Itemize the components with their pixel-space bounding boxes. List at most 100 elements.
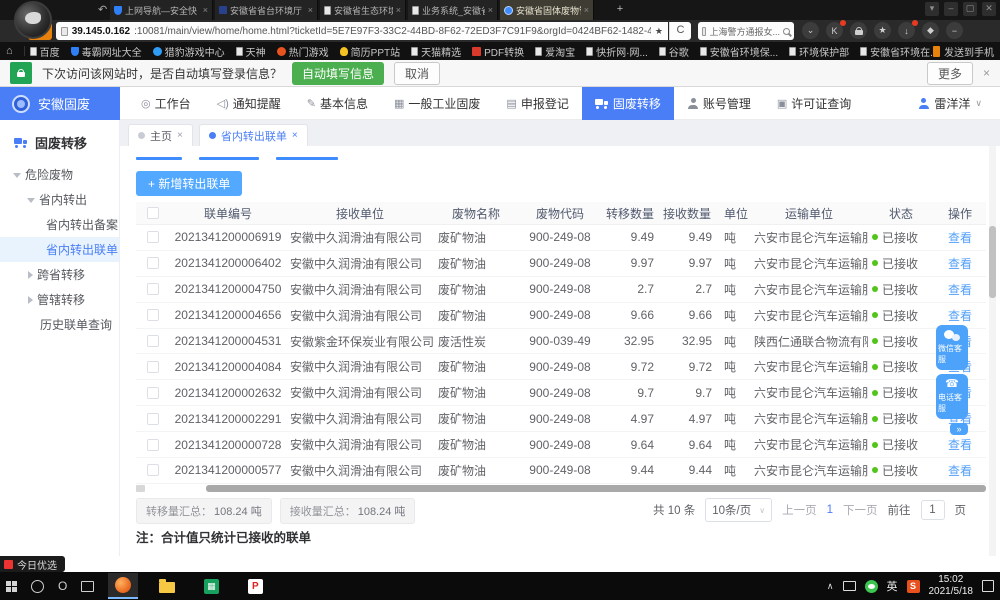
sidebar-item[interactable]: 历史联单查询 [0, 312, 119, 337]
browser-tab[interactable]: 上网导航—安全快捷...× [110, 0, 213, 20]
kingsoft-icon[interactable]: K [826, 22, 843, 39]
view-link[interactable]: 查看 [948, 309, 972, 323]
horizontal-scrollbar[interactable] [136, 485, 986, 492]
view-link[interactable]: 查看 [948, 231, 972, 245]
bookmark-item[interactable]: 快折网·网... [586, 44, 648, 59]
row-checkbox[interactable] [147, 439, 159, 451]
wechat-tray-icon[interactable] [865, 580, 878, 593]
minus-icon[interactable]: − [946, 22, 963, 39]
row-checkbox[interactable] [147, 361, 159, 373]
browser-tab[interactable]: 安徽省固体废物管理× [500, 0, 594, 20]
tab-close-icon[interactable]: × [584, 5, 589, 15]
phone-service-button[interactable]: ☎ 电话客服 [936, 374, 968, 419]
view-link[interactable]: 查看 [948, 438, 972, 452]
refresh-button[interactable]: C [669, 22, 691, 40]
bookmark-item[interactable]: 谷歌 [659, 44, 689, 59]
view-link[interactable]: 查看 [948, 283, 972, 297]
network-icon[interactable] [843, 581, 856, 591]
browser-search-input[interactable]: 上海警方通报女... [698, 22, 794, 40]
bookmark-item[interactable]: 环境保护部 [789, 44, 849, 59]
bookmark-item[interactable]: 安徽省环境保... [700, 44, 778, 59]
next-page-button[interactable]: 下一页 [843, 502, 878, 518]
browser-logo[interactable] [14, 1, 52, 39]
sidebar-item[interactable]: 省内转出联单 [0, 237, 119, 262]
minimize-button[interactable]: – [944, 2, 958, 16]
ime-indicator[interactable]: 英 [887, 578, 898, 594]
skin-button[interactable]: ▾ [925, 2, 939, 16]
row-checkbox[interactable] [147, 335, 159, 347]
sidebar-item[interactable]: 省内转出备案 [0, 212, 119, 237]
goto-page-input[interactable]: 1 [921, 500, 945, 520]
action-center-icon[interactable] [982, 580, 994, 592]
page-size-select[interactable]: 10条/页 ∨ [705, 498, 772, 522]
favorites-star-icon[interactable]: ★ [874, 22, 891, 39]
games-icon[interactable]: ◆ [922, 22, 939, 39]
chevron-down-icon[interactable]: ⌄ [802, 22, 819, 39]
scrollbar-thumb[interactable] [989, 226, 996, 298]
sidebar-item[interactable]: 跨省转移 [0, 262, 119, 287]
select-all-checkbox[interactable] [147, 207, 159, 219]
row-checkbox[interactable] [147, 283, 159, 295]
browser-tab[interactable]: 安徽省生态环境厅× [320, 0, 406, 20]
nav-item-users[interactable]: 账号管理 [674, 87, 764, 120]
lock-icon[interactable] [850, 22, 867, 39]
more-button[interactable]: 更多 [927, 62, 973, 85]
add-waybill-button[interactable]: + 新增转出联单 [136, 171, 242, 196]
tray-expand-icon[interactable]: ∧ [827, 581, 834, 592]
bookmark-item[interactable]: 爱淘宝 [535, 44, 575, 59]
taskbar-pdf-app[interactable]: P [240, 573, 270, 599]
nav-item-speaker[interactable]: ◁)通知提醒 [204, 87, 294, 120]
row-checkbox[interactable] [147, 309, 159, 321]
bookmark-star-icon[interactable]: ★ [655, 26, 663, 37]
send-to-phone-button[interactable]: 发送到手机 [933, 44, 994, 59]
tab-close-icon[interactable]: × [308, 5, 313, 15]
new-tab-button[interactable]: + [612, 2, 628, 18]
sidebar-item[interactable]: 管辖转移 [0, 287, 119, 312]
tab-close-icon[interactable]: × [203, 5, 208, 15]
search-icon[interactable] [783, 28, 790, 35]
autofill-cancel-button[interactable]: 取消 [394, 62, 440, 85]
nav-item-truck[interactable]: 固废转移 [582, 87, 674, 120]
taskbar-wps-app[interactable]: ▦ [196, 573, 226, 599]
tab-close-icon[interactable]: × [177, 130, 183, 141]
notify-close-icon[interactable]: × [983, 66, 990, 80]
autofill-confirm-button[interactable]: 自动填写信息 [292, 62, 384, 85]
scroll-left-arrow-icon[interactable] [136, 485, 145, 492]
browser-tab[interactable]: 业务系统_安徽省生...× [408, 0, 498, 20]
user-menu[interactable]: 雷洋洋 ∨ [917, 87, 982, 120]
page-tab[interactable]: 省内转出联单× [199, 124, 308, 146]
bookmark-item[interactable]: 猎豹游戏中心 [153, 44, 225, 59]
view-link[interactable]: 查看 [948, 464, 972, 478]
current-page[interactable]: 1 [827, 504, 833, 516]
clock[interactable]: 15:02 2021/5/18 [929, 574, 974, 598]
taskbar-browser-app[interactable] [108, 573, 138, 599]
sidebar-item[interactable]: 省内转出 [0, 187, 119, 212]
nav-item-license[interactable]: ▣许可证查询 [764, 87, 864, 120]
row-checkbox[interactable] [147, 231, 159, 243]
collapse-widgets-button[interactable]: » [950, 423, 968, 435]
tab-back-arrow-icon[interactable]: ↶ [98, 3, 107, 16]
task-view-icon[interactable] [81, 581, 94, 592]
sogou-icon[interactable]: S [907, 580, 920, 593]
nav-item-grid[interactable]: ▦一般工业固废 [381, 87, 493, 120]
sidebar-item[interactable]: 危险废物 [0, 162, 119, 187]
nav-item-workbench[interactable]: ◎工作台 [128, 87, 204, 120]
taskbar-explorer-app[interactable] [152, 573, 182, 599]
nav-item-form[interactable]: ▤申报登记 [493, 87, 581, 120]
view-link[interactable]: 查看 [948, 257, 972, 271]
row-checkbox[interactable] [147, 257, 159, 269]
bookmark-item[interactable]: 毒霸网址大全 [71, 44, 142, 59]
maximize-button[interactable]: ▢ [963, 2, 977, 16]
download-icon[interactable]: ↓ [898, 22, 915, 39]
start-button[interactable] [6, 581, 17, 592]
row-checkbox[interactable] [147, 387, 159, 399]
row-checkbox[interactable] [147, 464, 159, 476]
browser-tab[interactable]: 安徽省省台环境厅_...× [215, 0, 318, 20]
scrollbar-thumb[interactable] [206, 485, 986, 492]
prev-page-button[interactable]: 上一页 [782, 502, 817, 518]
bookmark-item[interactable]: 安徽省环境在... [860, 44, 933, 59]
tab-close-icon[interactable]: × [396, 5, 401, 15]
bookmark-item[interactable]: PDF转换 [472, 44, 524, 59]
nav-item-info[interactable]: ✎基本信息 [294, 87, 381, 120]
wechat-service-button[interactable]: 微信客服 [936, 325, 968, 370]
